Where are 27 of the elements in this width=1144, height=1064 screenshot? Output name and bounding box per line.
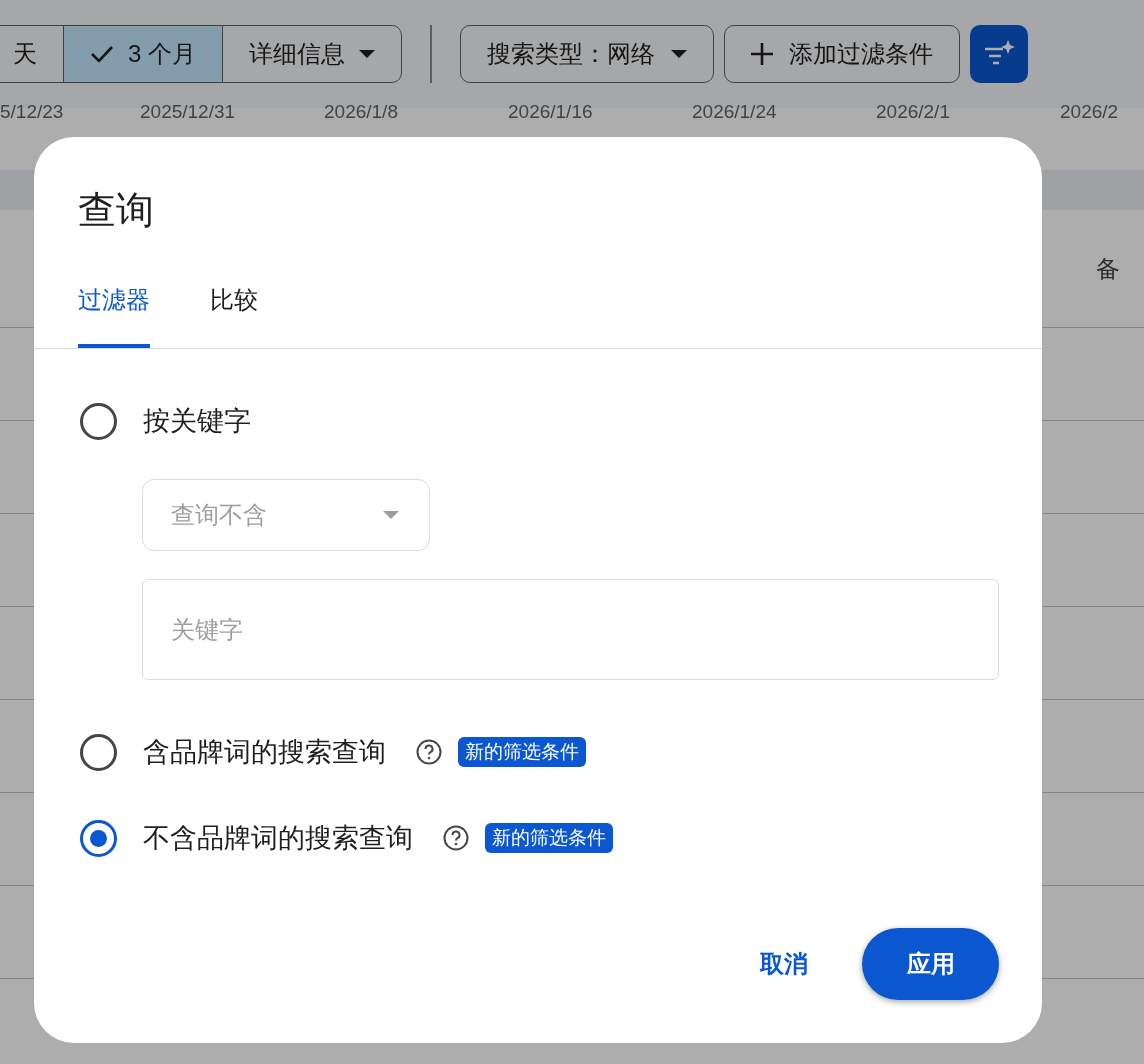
radio-button[interactable] (80, 402, 117, 440)
range-segment[interactable]: 3 个月 (64, 26, 223, 82)
filter-button[interactable] (970, 25, 1028, 83)
keyword-field[interactable]: 关键字 (142, 579, 999, 680)
apply-button[interactable]: 应用 (862, 928, 999, 1000)
dialog-tab[interactable]: 比较 (210, 284, 258, 348)
option-label: 按关键字 (143, 405, 251, 438)
cancel-button[interactable]: 取消 (754, 947, 814, 981)
plus-icon (751, 43, 773, 65)
option-label: 含品牌词的搜索查询 (143, 736, 386, 769)
radio-button[interactable] (80, 819, 117, 857)
caret-icon (383, 511, 399, 519)
caret-icon (671, 50, 687, 58)
radio-button[interactable] (80, 733, 117, 771)
caret-icon (359, 50, 375, 58)
check-icon (90, 45, 114, 63)
new-badge: 新的筛选条件 (485, 823, 613, 853)
option-label: 不含品牌词的搜索查询 (143, 822, 413, 855)
details-dropdown[interactable]: 详细信息 (223, 26, 401, 82)
search-type-dropdown[interactable]: 搜索类型：网络 (460, 25, 714, 83)
help-icon[interactable] (416, 739, 442, 765)
help-icon[interactable] (443, 825, 469, 851)
add-filter-button[interactable]: 添加过滤条件 (724, 25, 960, 83)
column-header: 备 (1096, 253, 1120, 284)
dialog-title: 查询 (77, 188, 155, 233)
dialog-tab[interactable]: 过滤器 (78, 284, 150, 348)
new-badge: 新的筛选条件 (458, 737, 586, 767)
